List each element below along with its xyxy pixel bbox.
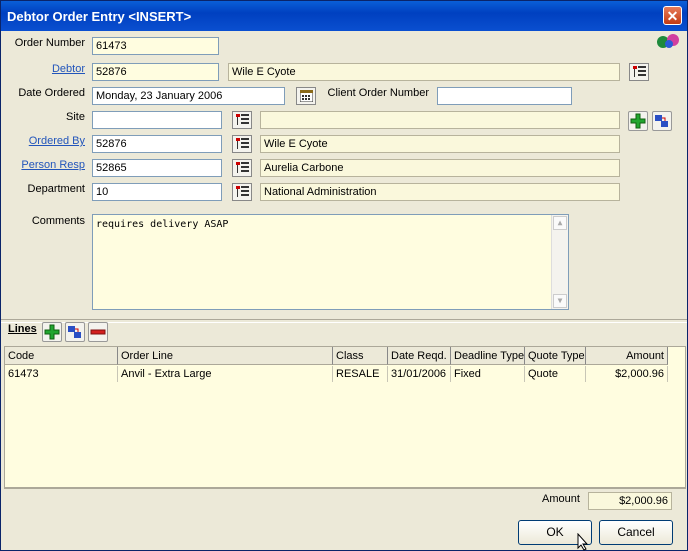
amount-total-field: $2,000.96 [588, 492, 672, 510]
title-bar: Debtor Order Entry <INSERT> ✕ [1, 1, 687, 31]
column-header-amount[interactable]: Amount [586, 347, 668, 365]
site-code-field[interactable] [92, 111, 222, 129]
window-title: Debtor Order Entry <INSERT> [7, 9, 192, 24]
scroll-down-icon[interactable]: ▼ [553, 294, 567, 308]
lines-label: Lines [8, 323, 37, 335]
edit-site-button[interactable] [652, 111, 672, 131]
cell-quote-type: Quote [525, 366, 586, 382]
cell-class: RESALE [333, 366, 388, 382]
department-name-field: National Administration [260, 183, 620, 201]
calendar-icon [300, 90, 313, 102]
edit-line-button[interactable] [65, 322, 85, 342]
debtor-order-entry-window: Debtor Order Entry <INSERT> ✕ Order Numb… [0, 0, 688, 551]
person-resp-code-field[interactable]: 52865 [92, 159, 222, 177]
department-code-field[interactable]: 10 [92, 183, 222, 201]
plus-icon [630, 113, 646, 129]
ordered-by-link[interactable]: Ordered By [1, 135, 85, 147]
minus-icon [90, 329, 106, 335]
cell-code: 61473 [5, 366, 118, 382]
client-order-number-label: Client Order Number [327, 87, 429, 99]
comments-scrollbar[interactable]: ▲ ▼ [551, 215, 568, 309]
date-ordered-field[interactable]: Monday, 23 January 2006 [92, 87, 285, 105]
column-header-code[interactable]: Code [5, 347, 118, 365]
site-lookup-button[interactable] [232, 111, 252, 129]
delete-line-button[interactable] [88, 322, 108, 342]
person-resp-link[interactable]: Person Resp [1, 159, 85, 171]
debtor-code-field[interactable]: 52876 [92, 63, 219, 81]
ordered-by-name-field: Wile E Cyote [260, 135, 620, 153]
comments-textarea[interactable]: requires delivery ASAP ▲ ▼ [92, 214, 569, 310]
column-header-deadline-type[interactable]: Deadline Type [451, 347, 525, 365]
add-site-button[interactable] [628, 111, 648, 131]
close-button[interactable]: ✕ [663, 6, 682, 25]
comments-text: requires delivery ASAP [96, 219, 229, 230]
column-header-class[interactable]: Class [333, 347, 388, 365]
tree-list-icon [236, 138, 249, 149]
debtor-lookup-button[interactable] [629, 63, 649, 81]
cell-deadline-type: Fixed [451, 366, 525, 382]
date-ordered-label: Date Ordered [18, 87, 85, 99]
currency-exchange-icon[interactable] [653, 33, 683, 49]
column-header-quote-type[interactable]: Quote Type [525, 347, 586, 365]
summary-bar: Amount $2,000.96 [4, 488, 686, 517]
debtor-name-field: Wile E Cyote [228, 63, 620, 81]
department-label: Department [27, 183, 85, 195]
edit-record-icon [68, 326, 81, 338]
scroll-up-icon[interactable]: ▲ [553, 216, 567, 230]
client-order-number-field[interactable] [437, 87, 572, 105]
column-header-order-line[interactable]: Order Line [118, 347, 333, 365]
edit-record-icon [655, 115, 668, 127]
add-line-button[interactable] [42, 322, 62, 342]
person-resp-name-field: Aurelia Carbone [260, 159, 620, 177]
person-resp-lookup-button[interactable] [232, 159, 252, 177]
mouse-cursor-icon [577, 533, 589, 551]
order-number-field[interactable]: 61473 [92, 37, 219, 55]
amount-label: Amount [542, 493, 580, 505]
column-header-date-reqd[interactable]: Date Reqd. [388, 347, 451, 365]
tree-list-icon [633, 66, 646, 77]
cell-date-reqd: 31/01/2006 [388, 366, 451, 382]
comments-label: Comments [31, 215, 85, 227]
cell-amount: $2,000.96 [586, 366, 668, 382]
date-picker-button[interactable] [296, 87, 316, 105]
cell-order-line: Anvil - Extra Large [118, 366, 333, 382]
department-lookup-button[interactable] [232, 183, 252, 201]
tree-list-icon [236, 114, 249, 125]
ordered-by-lookup-button[interactable] [232, 135, 252, 153]
lines-grid[interactable]: Code Order Line Class Date Reqd. Deadlin… [4, 346, 686, 488]
tree-list-icon [236, 162, 249, 173]
order-number-label: Order Number [14, 37, 85, 49]
tree-list-icon [236, 186, 249, 197]
debtor-link[interactable]: Debtor [1, 63, 85, 75]
site-name-field [260, 111, 620, 129]
ordered-by-code-field[interactable]: 52876 [92, 135, 222, 153]
cancel-button[interactable]: Cancel [599, 520, 673, 545]
plus-icon [44, 324, 60, 340]
site-label: Site [66, 111, 85, 123]
